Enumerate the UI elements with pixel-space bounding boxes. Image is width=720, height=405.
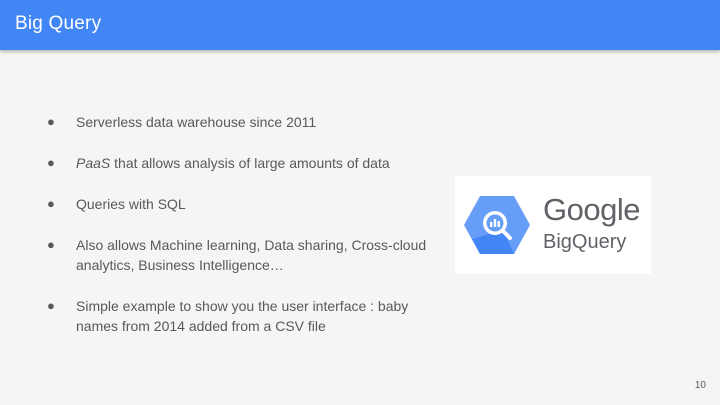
slide-title: Big Query — [15, 13, 102, 34]
logo-product-text: BigQuery — [543, 231, 627, 253]
bigquery-magnifier-icon — [464, 196, 530, 254]
bullet-item: ● Serverless data warehouse since 2011 — [47, 112, 427, 132]
bullet-dot: ● — [47, 114, 55, 129]
bullet-item: ● PaaS that allows analysis of large amo… — [47, 153, 427, 173]
bullet-list: ● Serverless data warehouse since 2011 ●… — [47, 112, 427, 357]
bullet-text: Simple example to show you the user inte… — [76, 298, 409, 334]
bigquery-logo: Google BigQuery — [455, 176, 651, 274]
bullet-dot: ● — [47, 196, 55, 211]
bullet-item: ● Simple example to show you the user in… — [47, 296, 427, 336]
bullet-item: ● Queries with SQL — [47, 194, 427, 214]
bullet-item: ● Also allows Machine learning, Data sha… — [47, 235, 427, 275]
bullet-italic-term: PaaS — [76, 155, 111, 171]
bullet-dot: ● — [47, 155, 55, 170]
slide-header: Big Query — [0, 0, 720, 50]
bullet-dot: ● — [47, 298, 55, 313]
bullet-text: Serverless data warehouse since 2011 — [76, 114, 317, 130]
logo-brand-text: Google — [543, 192, 640, 227]
page-number: 10 — [694, 380, 706, 391]
bullet-text: that allows analysis of large amounts of… — [110, 155, 390, 171]
bullet-dot: ● — [47, 237, 55, 252]
bullet-text: Queries with SQL — [76, 196, 186, 212]
bullet-text: Also allows Machine learning, Data shari… — [76, 237, 427, 273]
